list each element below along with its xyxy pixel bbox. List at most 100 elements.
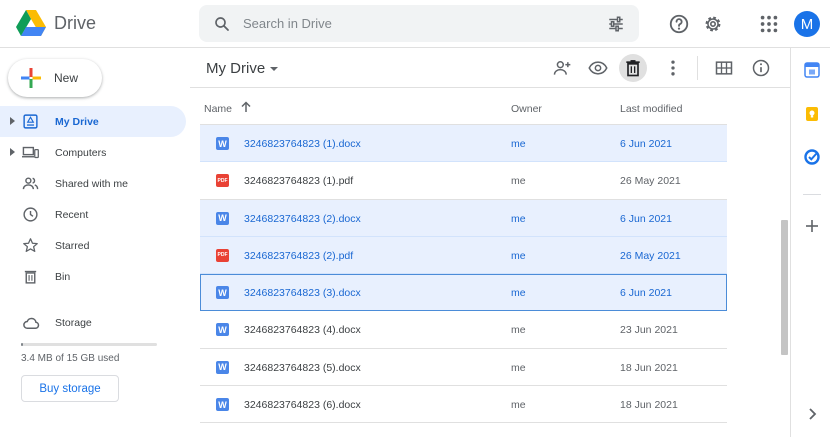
- sidebar-item-starred[interactable]: Starred: [0, 230, 190, 261]
- file-last-modified: 26 May 2021: [620, 175, 681, 188]
- details-info-icon[interactable]: [751, 58, 771, 78]
- sidebar-item-recent[interactable]: Recent: [0, 199, 190, 230]
- star-icon: [23, 238, 38, 253]
- new-button[interactable]: New: [8, 59, 102, 97]
- tasks-icon[interactable]: [804, 149, 820, 165]
- file-name: 3246823764823 (3).docx: [244, 287, 361, 300]
- file-last-modified: 18 Jun 2021: [620, 399, 678, 412]
- computers-icon: [22, 146, 39, 159]
- sidebar-item-label: Bin: [55, 271, 71, 283]
- scrollbar-thumb[interactable]: [781, 220, 788, 355]
- storage-usage-bar: [21, 343, 157, 346]
- side-panel-divider: [803, 194, 821, 195]
- sidebar-item-bin[interactable]: Bin: [0, 261, 190, 292]
- file-name: 3246823764823 (1).pdf: [244, 175, 354, 188]
- file-name: 3246823764823 (5).docx: [244, 361, 361, 374]
- trash-icon[interactable]: [623, 58, 643, 78]
- sidebar-item-label: Computers: [55, 147, 107, 159]
- file-row[interactable]: W 3246823764823 (2).docx me 6 Jun 2021: [200, 199, 727, 237]
- file-owner: me: [511, 287, 526, 300]
- sidebar-item-my-drive[interactable]: My Drive: [0, 106, 186, 137]
- file-owner: me: [511, 361, 526, 374]
- share-person-add-icon[interactable]: [552, 58, 572, 78]
- file-row[interactable]: PDF 3246823764823 (2).pdf me 26 May 2021: [200, 236, 727, 275]
- expand-caret-icon[interactable]: [10, 117, 15, 125]
- file-owner: me: [511, 324, 526, 337]
- account-avatar[interactable]: M: [794, 11, 820, 37]
- breadcrumb[interactable]: My Drive: [206, 60, 265, 77]
- add-addon-plus-icon[interactable]: [804, 218, 820, 234]
- file-name: 3246823764823 (2).docx: [244, 212, 361, 225]
- word-doc-icon: W: [216, 286, 229, 300]
- sidebar-item-label: My Drive: [55, 116, 99, 128]
- expand-panel-chevron-icon[interactable]: [804, 406, 820, 422]
- word-doc-icon: W: [216, 323, 229, 337]
- pdf-file-icon: PDF: [216, 174, 229, 188]
- settings-gear-icon[interactable]: [702, 13, 724, 35]
- file-last-modified: 23 Jun 2021: [620, 324, 678, 337]
- grid-view-icon[interactable]: [714, 58, 734, 78]
- file-list: W 3246823764823 (1).docx me 6 Jun 2021 PDF 32…: [200, 125, 727, 424]
- file-row[interactable]: W 3246823764823 (1).docx me 6 Jun 2021: [200, 125, 727, 163]
- pdf-file-icon: PDF: [216, 248, 229, 262]
- bin-icon: [24, 270, 37, 284]
- search-icon[interactable]: [213, 15, 231, 33]
- file-row[interactable]: W 3246823764823 (3).docx me 6 Jun 2021: [200, 274, 727, 312]
- file-name: 3246823764823 (6).docx: [244, 399, 361, 412]
- more-actions-icon[interactable]: [663, 58, 683, 78]
- file-name: 3246823764823 (2).pdf: [244, 249, 354, 262]
- calendar-icon[interactable]: [804, 62, 820, 78]
- buy-storage-button[interactable]: Buy storage: [21, 375, 119, 402]
- storage-label: Storage: [55, 317, 92, 329]
- file-owner: me: [511, 212, 526, 225]
- my-drive-icon: [23, 114, 38, 129]
- column-header-name[interactable]: Name: [204, 103, 232, 115]
- drive-logo[interactable]: Drive: [16, 10, 96, 37]
- file-owner: me: [511, 138, 526, 150]
- column-header-last-modified[interactable]: Last modified: [620, 103, 682, 115]
- file-last-modified: 18 Jun 2021: [620, 361, 678, 374]
- file-last-modified: 6 Jun 2021: [620, 212, 672, 225]
- sidebar-item-computers[interactable]: Computers: [0, 137, 190, 168]
- keep-notes-icon[interactable]: [804, 106, 820, 122]
- expand-caret-icon[interactable]: [10, 148, 15, 156]
- cloud-icon: [23, 317, 40, 329]
- file-row[interactable]: W 3246823764823 (5).docx me 18 Jun 2021: [200, 349, 727, 387]
- file-last-modified: 26 May 2021: [620, 249, 681, 262]
- search-input[interactable]: [243, 13, 583, 33]
- breadcrumb-dropdown-icon[interactable]: [270, 67, 278, 71]
- side-panel: [790, 48, 830, 437]
- sidebar-item-label: Shared with me: [55, 178, 128, 190]
- search-options-icon[interactable]: [607, 15, 625, 33]
- file-owner: me: [511, 249, 526, 262]
- file-owner: me: [511, 175, 526, 188]
- preview-eye-icon[interactable]: [588, 58, 608, 78]
- drive-app: Drive Search in Drive M New My Drive Com…: [0, 0, 830, 437]
- word-doc-icon: W: [216, 211, 229, 225]
- word-doc-icon: W: [216, 360, 229, 374]
- storage-usage-fill: [21, 343, 23, 346]
- file-row[interactable]: PDF 3246823764823 (1).pdf me 26 May 2021: [200, 162, 727, 200]
- sidebar-item-label: Starred: [55, 240, 90, 252]
- sidebar-item-shared-with-me[interactable]: Shared with me: [0, 168, 190, 199]
- main-toolbar: My Drive: [190, 48, 790, 88]
- sort-ascending-arrow-icon[interactable]: [240, 101, 252, 113]
- plus-icon: [21, 68, 41, 88]
- file-name: 3246823764823 (4).docx: [244, 324, 361, 337]
- shared-icon: [22, 177, 39, 190]
- search-bar[interactable]: [199, 5, 639, 42]
- column-header-owner[interactable]: Owner: [511, 103, 542, 115]
- file-last-modified: 6 Jun 2021: [620, 287, 672, 300]
- word-doc-icon: W: [216, 137, 229, 150]
- help-icon[interactable]: [668, 13, 690, 35]
- file-last-modified: 6 Jun 2021: [620, 138, 672, 150]
- file-row[interactable]: W 3246823764823 (4).docx me 23 Jun 2021: [200, 311, 727, 349]
- sidebar-nav: My Drive Computers Shared with me Recent…: [0, 106, 190, 292]
- drive-logo-icon: [16, 10, 46, 36]
- file-name: 3246823764823 (1).docx: [244, 138, 361, 150]
- top-bar: Drive Search in Drive M: [0, 0, 830, 48]
- file-row[interactable]: W 3246823764823 (6).docx me 18 Jun 2021: [200, 386, 727, 424]
- new-button-label: New: [54, 71, 79, 85]
- apps-grid-icon[interactable]: [758, 13, 780, 35]
- sidebar-item-label: Recent: [55, 209, 89, 221]
